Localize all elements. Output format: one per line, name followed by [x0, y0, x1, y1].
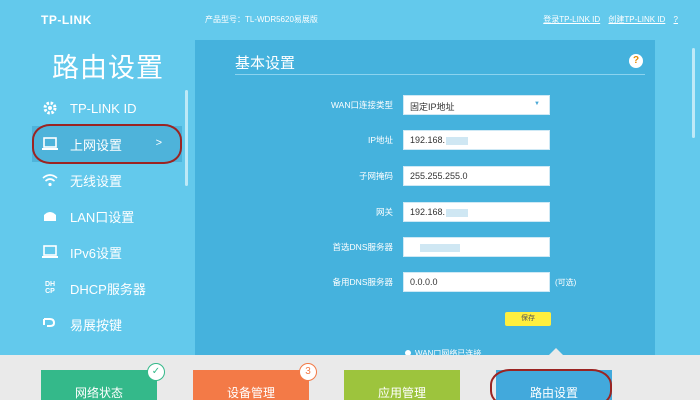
- monitor-icon: [40, 242, 60, 262]
- create-tplink-id-link[interactable]: 创建TP-LINK ID: [608, 15, 665, 24]
- sidebar-title: 路由设置: [52, 53, 164, 83]
- right-scroll-area: [655, 40, 700, 355]
- sidebar-item-tplink-id[interactable]: TP-LINK ID: [32, 90, 182, 126]
- device-count-badge: 3: [299, 363, 317, 381]
- wifi-icon: [40, 170, 60, 190]
- basic-settings-panel: 基本设置 ? WAN口连接类型 固定IP地址 IP地址 192.168. 子网掩…: [195, 40, 655, 358]
- subnet-value: 255.255.255.0: [410, 171, 468, 181]
- sidebar-item-label: TP-LINK ID: [70, 100, 137, 116]
- sidebar-item-label: 上网设置: [70, 137, 123, 153]
- gateway-value: 192.168.: [410, 207, 446, 217]
- ip-value: 192.168.: [410, 135, 446, 145]
- sidebar-scrollbar[interactable]: [185, 90, 188, 186]
- subnet-row: 子网掩码 255.255.255.0: [195, 166, 655, 186]
- sidebar-item-label: IPv6设置: [70, 245, 123, 261]
- subnet-input[interactable]: 255.255.255.0: [403, 166, 550, 186]
- sidebar-item-lan[interactable]: LAN口设置: [32, 198, 182, 234]
- ip-label: IP地址: [367, 135, 393, 145]
- bottom-nav: 网络状态 设备管理 应用管理 路由设置: [0, 355, 700, 400]
- dhcp-icon: DH CP: [44, 281, 56, 295]
- sidebar: TP-LINK 路由设置 TP-LINK ID 上网设置 > 无线设置 LAN口…: [0, 0, 195, 355]
- ip-input[interactable]: 192.168.: [403, 130, 550, 150]
- sidebar-item-internet[interactable]: 上网设置 >: [32, 124, 182, 164]
- masked-value: [446, 136, 469, 145]
- sidebar-item-ipv6[interactable]: IPv6设置: [32, 234, 182, 270]
- save-button[interactable]: 保存: [505, 312, 551, 326]
- optional-hint: (可选): [555, 278, 577, 287]
- laptop-icon: [40, 134, 60, 154]
- page-title: 基本设置: [235, 55, 296, 72]
- sidebar-item-dhcp[interactable]: DH CP DHCP服务器: [32, 270, 182, 306]
- secondary-dns-input[interactable]: 0.0.0.0: [403, 272, 550, 292]
- sidebar-item-easymesh[interactable]: 易展按键: [32, 306, 182, 342]
- tile-device-management[interactable]: 设备管理: [193, 370, 309, 400]
- tile-app-management[interactable]: 应用管理: [344, 370, 460, 400]
- masked-value: [446, 208, 469, 217]
- gateway-label: 网关: [375, 207, 393, 217]
- wan-type-label: WAN口连接类型: [330, 100, 393, 110]
- primary-dns-label: 首选DNS服务器: [332, 242, 393, 252]
- wan-type-value: 固定IP地址: [410, 102, 455, 112]
- sidebar-item-label: DHCP服务器: [70, 281, 146, 297]
- sidebar-item-label: LAN口设置: [70, 209, 135, 225]
- header-bar: 产品型号：TL-WDR5620易展版 登录TP-LINK ID 创建TP-LIN…: [195, 0, 700, 40]
- secondary-dns-row: 备用DNS服务器 0.0.0.0 (可选): [195, 272, 655, 292]
- tile-network-status[interactable]: 网络状态: [41, 370, 157, 400]
- gateway-row: 网关 192.168.: [195, 202, 655, 222]
- easymesh-icon: [40, 314, 60, 334]
- chevron-right-icon: >: [155, 137, 162, 149]
- help-link[interactable]: ?: [674, 15, 678, 24]
- secondary-dns-value: 0.0.0.0: [410, 277, 438, 287]
- divider: [235, 74, 645, 75]
- primary-dns-input[interactable]: [403, 237, 550, 257]
- lan-icon: [40, 206, 60, 226]
- subnet-label: 子网掩码: [358, 171, 393, 181]
- tp-link-logo: TP-LINK: [41, 13, 92, 27]
- scrollbar[interactable]: [692, 48, 695, 138]
- tile-router-settings[interactable]: 路由设置: [490, 369, 612, 400]
- help-icon[interactable]: ?: [629, 54, 643, 68]
- gateway-input[interactable]: 192.168.: [403, 202, 550, 222]
- login-tplink-id-link[interactable]: 登录TP-LINK ID: [543, 15, 600, 24]
- sidebar-item-label: 易展按键: [70, 317, 123, 333]
- masked-value: [420, 243, 460, 252]
- product-model: 产品型号：TL-WDR5620易展版: [205, 15, 318, 24]
- active-tile-pointer: [548, 348, 564, 356]
- primary-dns-row: 首选DNS服务器: [195, 237, 655, 257]
- wan-type-row: WAN口连接类型 固定IP地址: [195, 95, 655, 115]
- check-icon: ✓: [147, 363, 165, 381]
- sidebar-item-label: 无线设置: [70, 173, 123, 189]
- ip-row: IP地址 192.168.: [195, 130, 655, 150]
- sidebar-item-wireless[interactable]: 无线设置: [32, 162, 182, 198]
- wan-type-select[interactable]: 固定IP地址: [403, 95, 550, 115]
- secondary-dns-label: 备用DNS服务器: [332, 277, 393, 287]
- gear-icon: [40, 98, 60, 118]
- header-links: 登录TP-LINK ID 创建TP-LINK ID ?: [537, 14, 678, 25]
- sidebar-nav: TP-LINK ID 上网设置 > 无线设置 LAN口设置 IPv6设置 DH …: [32, 90, 182, 342]
